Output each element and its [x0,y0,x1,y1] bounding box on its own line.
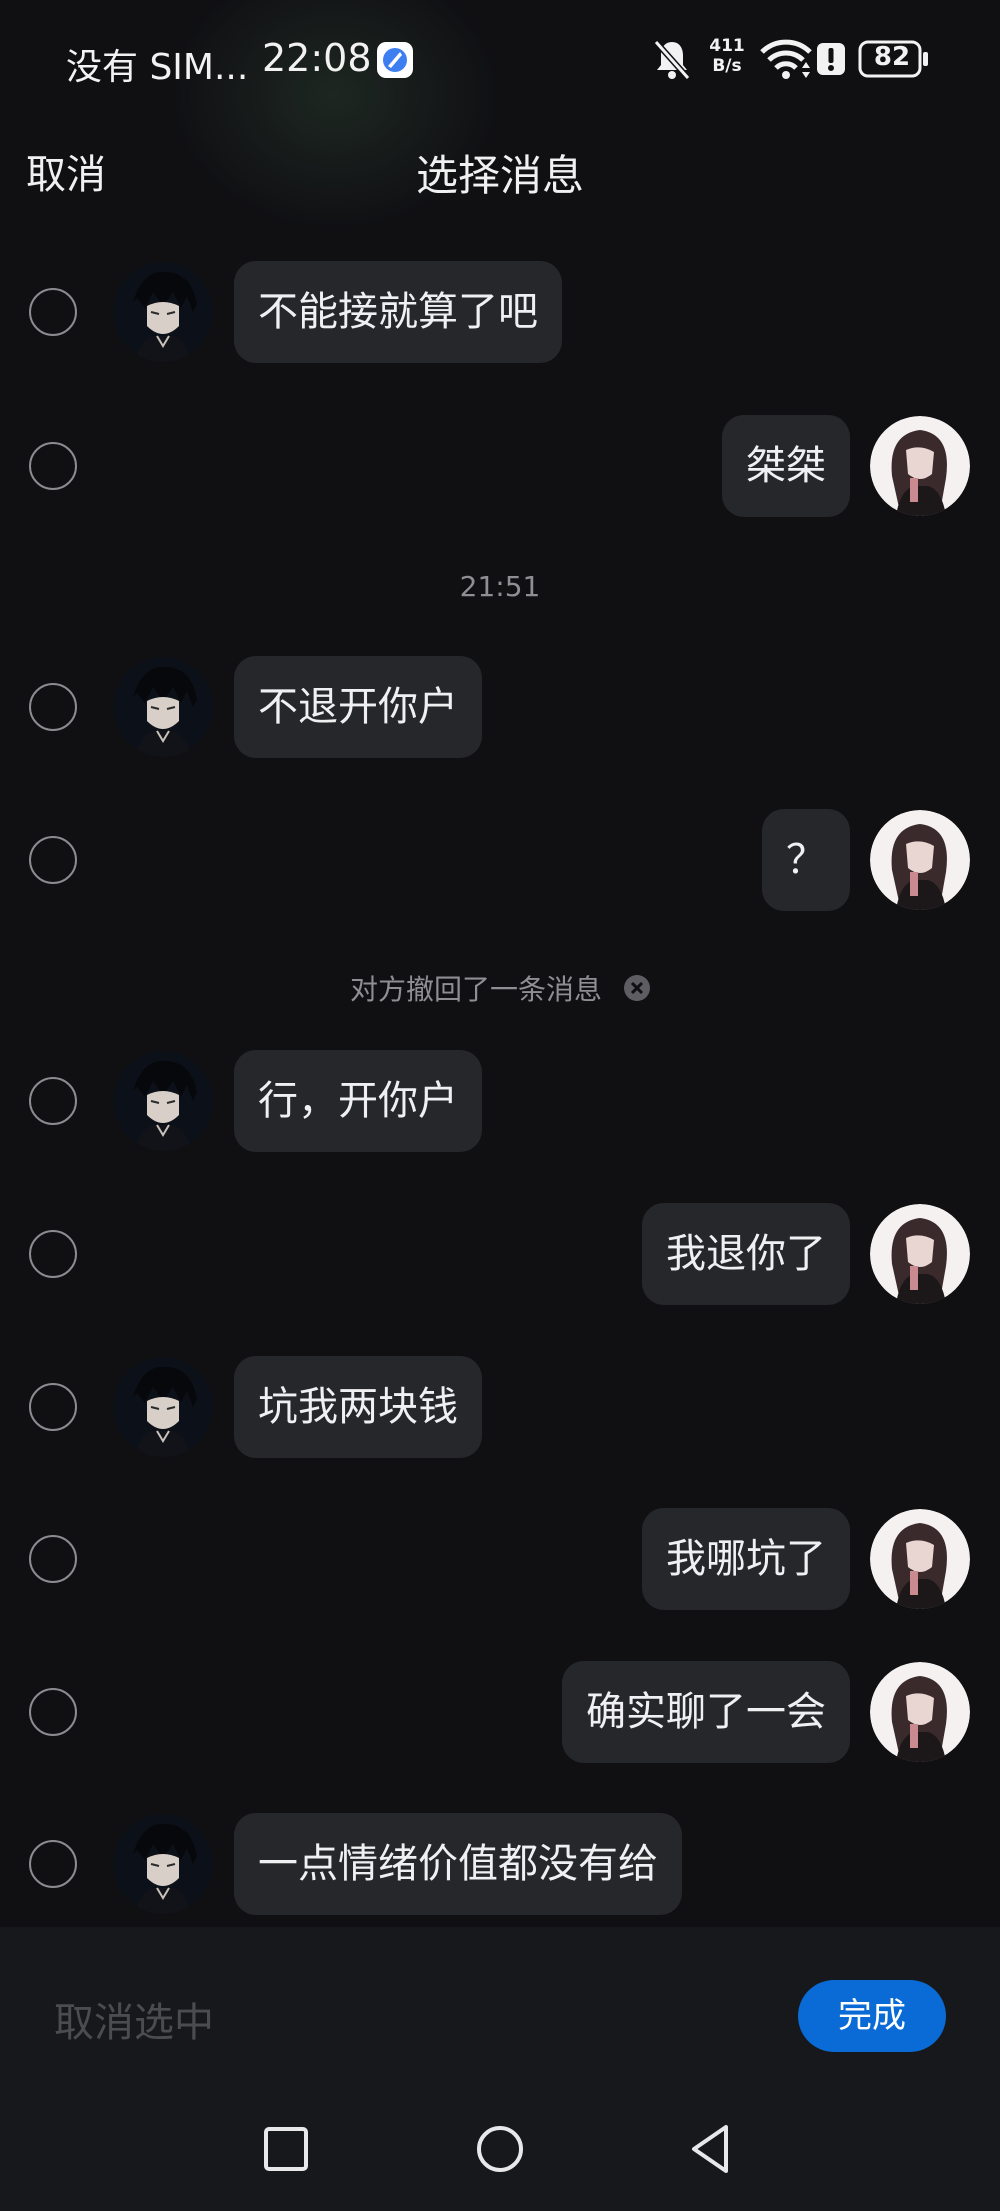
message-row[interactable]: 行，开你户 [0,1046,1000,1156]
home-icon[interactable] [470,2119,530,2179]
app-notification-icon [376,41,414,79]
message-row[interactable]: 桀桀 [0,411,1000,521]
message-bubble: 我退你了 [642,1203,850,1305]
selection-action-bar: 取消选中 完成 [0,1927,1000,2211]
recall-text: 对方撤回了一条消息 [349,973,602,1006]
my-avatar[interactable] [870,1509,970,1609]
battery-level: 82 [873,42,911,72]
select-radio[interactable] [29,836,77,884]
close-icon[interactable] [624,975,650,1001]
network-speed: 411 B/s [708,36,746,76]
message-row[interactable]: 不能接就算了吧 [0,257,1000,367]
select-radio[interactable] [29,1688,77,1736]
message-row[interactable]: 一点情绪价值都没有给 [0,1809,1000,1919]
select-radio[interactable] [29,683,77,731]
select-radio[interactable] [29,288,77,336]
page-title: 选择消息 [415,151,584,200]
message-row[interactable]: 坑我两块钱 [0,1352,1000,1462]
select-radio[interactable] [29,1535,77,1583]
message-bubble: 行，开你户 [234,1050,482,1152]
back-icon[interactable] [682,2119,742,2179]
message-bubble: 不退开你户 [234,656,482,758]
recents-icon[interactable] [256,2119,316,2179]
message-row[interactable]: 不退开你户 [0,652,1000,762]
carrier-text: 没有 SIM... [66,47,249,88]
speed-unit: B/s [712,56,742,76]
wifi-icon [760,38,812,80]
select-radio[interactable] [29,1077,77,1125]
select-radio[interactable] [29,1840,77,1888]
alert-icon [816,42,846,76]
contact-avatar[interactable] [113,1814,213,1914]
status-bar: 没有 SIM... 22:08 411 B/s 82 [0,0,1000,120]
my-avatar[interactable] [870,1204,970,1304]
clock: 22:08 [262,36,372,80]
my-avatar[interactable] [870,416,970,516]
contact-avatar[interactable] [113,262,213,362]
message-row[interactable]: 我哪坑了 [0,1504,1000,1614]
contact-avatar[interactable] [113,1357,213,1457]
select-radio[interactable] [29,1230,77,1278]
bell-muted-icon [652,38,692,82]
cancel-button[interactable]: 取消 [26,142,106,200]
message-bubble: 确实聊了一会 [562,1661,850,1763]
message-row[interactable]: ？ [0,805,1000,915]
deselect-button[interactable]: 取消选中 [54,1990,214,2048]
speed-value: 411 [709,36,745,56]
my-avatar[interactable] [870,1662,970,1762]
message-row[interactable]: 我退你了 [0,1199,1000,1309]
message-bubble: 不能接就算了吧 [234,261,562,363]
message-bubble: 坑我两块钱 [234,1356,482,1458]
contact-avatar[interactable] [113,1051,213,1151]
message-row[interactable]: 确实聊了一会 [0,1657,1000,1767]
my-avatar[interactable] [870,810,970,910]
message-bubble: 桀桀 [722,415,850,517]
select-radio[interactable] [29,442,77,490]
select-radio[interactable] [29,1383,77,1431]
contact-avatar[interactable] [113,657,213,757]
recall-notice: 对方撤回了一条消息 [0,968,1000,1008]
message-bubble: 一点情绪价值都没有给 [234,1813,682,1915]
message-bubble: ？ [762,809,850,911]
timestamp: 21:51 [459,570,541,603]
done-button[interactable]: 完成 [798,1980,946,2052]
message-bubble: 我哪坑了 [642,1508,850,1610]
